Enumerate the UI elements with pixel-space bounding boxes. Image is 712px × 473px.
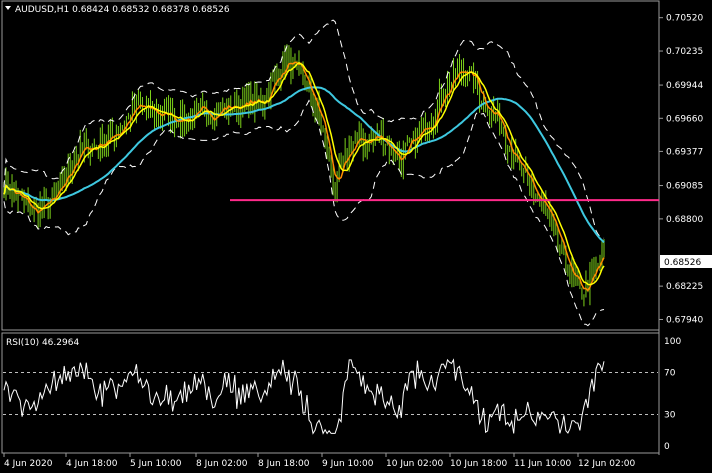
time-label: 9 Jun 10:00 bbox=[322, 459, 374, 469]
fast-ma-line bbox=[3, 61, 605, 292]
moving-averages bbox=[3, 61, 605, 292]
rsi-label: 0 bbox=[664, 442, 670, 452]
chart-window[interactable]: AUDUSD,H1 0.68424 0.68532 0.68378 0.6852… bbox=[0, 0, 712, 473]
price-label: 0.69377 bbox=[666, 147, 703, 157]
symbol-header: AUDUSD,H1 0.68424 0.68532 0.68378 0.6852… bbox=[15, 5, 230, 15]
main-pane-frame bbox=[1, 0, 660, 331]
price-label: 0.70520 bbox=[666, 14, 703, 24]
rsi-label: 70 bbox=[664, 369, 676, 379]
dropdown-triangle-icon[interactable] bbox=[5, 6, 11, 10]
rsi-pane-frame bbox=[1, 332, 660, 454]
time-label: 10 Jun 02:00 bbox=[386, 459, 443, 469]
price-label: 0.68225 bbox=[666, 282, 703, 292]
mid-ma-line bbox=[3, 61, 605, 286]
current-price-value: 0.68526 bbox=[664, 258, 701, 268]
rsi-header: RSI(10) 46.2964 bbox=[6, 338, 79, 348]
rsi-line bbox=[3, 358, 605, 435]
time-label: 4 Jun 18:00 bbox=[66, 459, 118, 469]
time-label: 5 Jun 10:00 bbox=[130, 459, 182, 469]
price-label: 0.70235 bbox=[666, 47, 703, 57]
price-label: 0.69944 bbox=[666, 81, 703, 91]
time-label: 10 Jun 18:00 bbox=[450, 459, 507, 469]
price-label: 0.69085 bbox=[666, 182, 703, 192]
time-axis-labels: 4 Jun 2020 4 Jun 18:00 5 Jun 10:00 8 Jun 02… bbox=[3, 453, 635, 469]
lower-band bbox=[3, 99, 605, 327]
time-label: 11 Jun 10:00 bbox=[514, 459, 571, 469]
price-label: 0.68800 bbox=[666, 215, 703, 225]
time-label: 12 Jun 02:00 bbox=[578, 459, 635, 469]
price-label: 0.67940 bbox=[666, 315, 703, 325]
time-label: 8 Jun 02:00 bbox=[196, 459, 248, 469]
candles-layer bbox=[3, 44, 605, 307]
rsi-axis-labels: 100 70 30 0 bbox=[664, 337, 681, 452]
rsi-label: 100 bbox=[664, 337, 681, 347]
price-chart[interactable]: AUDUSD,H1 0.68424 0.68532 0.68378 0.6852… bbox=[0, 0, 712, 473]
price-axis-labels: 0.70520 0.70235 0.69944 0.69660 0.69377 0.690… bbox=[659, 14, 703, 325]
upper-band bbox=[3, 19, 605, 239]
rsi-label: 30 bbox=[664, 411, 676, 421]
time-label: 8 Jun 18:00 bbox=[258, 459, 310, 469]
price-label: 0.69660 bbox=[666, 114, 703, 124]
time-label: 4 Jun 2020 bbox=[4, 459, 53, 469]
